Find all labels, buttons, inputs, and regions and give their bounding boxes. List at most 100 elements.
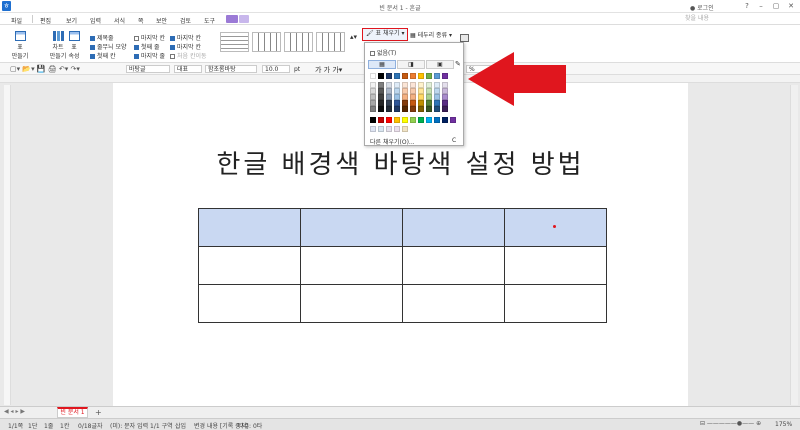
standard-color-swatch[interactable] (426, 117, 432, 123)
table-cell[interactable] (300, 284, 403, 323)
standard-color-swatch[interactable] (418, 117, 424, 123)
create-table-button[interactable]: 표 만들기 (10, 31, 30, 60)
minimize-button[interactable]: – (756, 2, 766, 11)
standard-color-swatch[interactable] (402, 117, 408, 123)
color-swatch[interactable] (434, 106, 440, 112)
color-swatch[interactable] (402, 106, 408, 112)
table-cell[interactable] (198, 246, 301, 285)
check-last-col-3[interactable]: 마지막 칸 (170, 42, 201, 51)
menu-format[interactable]: 서식 (114, 16, 125, 25)
table-cell[interactable] (504, 284, 607, 323)
vertical-scrollbar[interactable] (790, 85, 798, 405)
table-cell[interactable] (402, 284, 505, 323)
check-last-col[interactable]: 마지막 칸 (134, 33, 165, 42)
tab-document-1[interactable]: 빈 문서 1 (57, 407, 88, 418)
zoom-level[interactable]: 175% (775, 421, 792, 428)
table-cell[interactable] (402, 208, 505, 247)
table-style-1[interactable] (220, 32, 249, 52)
add-tab-button[interactable]: + (95, 408, 102, 417)
table-row[interactable] (198, 208, 607, 247)
create-chart-button[interactable]: 차트 만들기 (48, 31, 68, 60)
table-style-4[interactable] (316, 32, 345, 52)
color-swatch[interactable] (426, 106, 432, 112)
color-swatch[interactable] (378, 73, 384, 79)
check-first-row[interactable]: 첫째 줄 (134, 42, 159, 51)
search-input[interactable]: 찾을 내용 (682, 14, 760, 24)
table-context-tab[interactable] (226, 15, 238, 23)
login-button[interactable]: ● 로그인 (690, 3, 714, 12)
help-button[interactable]: ? (742, 2, 752, 11)
standard-color-swatch[interactable] (386, 117, 392, 123)
zoom-slider[interactable]: ⊟ —————●—— ⊕ (700, 420, 762, 427)
table-fill-button[interactable]: 🖌 표 채우기 ▾ (362, 28, 408, 41)
eyedropper-icon[interactable]: ✎ (455, 60, 461, 68)
color-swatch[interactable] (418, 106, 424, 112)
standard-color-swatch[interactable] (370, 117, 376, 123)
check-first-move[interactable]: 처음 칸이동 (170, 51, 207, 60)
cell-border-icon[interactable] (460, 34, 469, 42)
text-style-icons[interactable]: 가 가 가▾ (315, 65, 342, 75)
color-swatch[interactable] (426, 73, 432, 79)
table-properties-button[interactable]: 표 속성 (66, 31, 82, 60)
standard-color-swatch[interactable] (394, 117, 400, 123)
table-cell[interactable] (198, 208, 301, 247)
table-cell[interactable] (504, 246, 607, 285)
check-header-row[interactable]: 제목줄 (90, 33, 114, 42)
check-last-col-2[interactable]: 마지막 칸 (170, 33, 201, 42)
menu-review[interactable]: 검토 (180, 16, 191, 25)
standard-color-swatch[interactable] (434, 117, 440, 123)
table-cell[interactable] (300, 246, 403, 285)
document-table[interactable] (198, 208, 607, 323)
palette-tab-pattern[interactable]: ◨ (397, 60, 425, 69)
standard-color-swatch[interactable] (410, 117, 416, 123)
menu-file[interactable]: 파일 (11, 16, 22, 25)
close-button[interactable]: ✕ (786, 2, 796, 11)
standard-color-swatch[interactable] (442, 117, 448, 123)
color-swatch[interactable] (386, 106, 392, 112)
check-first-col[interactable]: 첫째 칸 (90, 51, 115, 60)
color-swatch[interactable] (394, 73, 400, 79)
quick-tools-icons[interactable]: ▢▾ 📂▾ 💾 🖨 ↶▾ ↷▾ (10, 65, 80, 73)
table-cell[interactable] (300, 208, 403, 247)
menu-edit[interactable]: 편집 (40, 16, 51, 25)
style-select[interactable]: 바탕글 (126, 65, 170, 73)
font-size-input[interactable]: 10.0 (262, 65, 290, 73)
table-style-more-icon[interactable]: ▴▾ (350, 33, 357, 41)
maximize-button[interactable]: ▢ (771, 2, 781, 11)
color-swatch[interactable] (370, 106, 376, 112)
color-swatch[interactable] (394, 106, 400, 112)
palette-tab-theme[interactable]: ▦ (368, 60, 396, 69)
standard-color-swatch[interactable] (450, 117, 456, 123)
check-banded-rows[interactable]: 줄무늬 모양 (90, 42, 127, 51)
recent-color-swatch[interactable] (370, 126, 376, 132)
table-cell[interactable] (402, 246, 505, 285)
tab-nav-icons[interactable]: ◀ ◂ ▸ ▶ (4, 408, 25, 415)
menu-insert[interactable]: 입력 (90, 16, 101, 25)
language-select[interactable]: 대표 (174, 65, 202, 73)
menu-view[interactable]: 보기 (66, 16, 77, 25)
standard-color-swatch[interactable] (378, 117, 384, 123)
color-swatch[interactable] (370, 73, 376, 79)
recent-color-swatch[interactable] (378, 126, 384, 132)
table-row[interactable] (198, 246, 607, 285)
font-select[interactable]: 함초롬바탕 (205, 65, 257, 73)
palette-tab-gradient[interactable]: ▣ (426, 60, 454, 69)
no-fill-option[interactable]: 없음(T) (370, 48, 396, 57)
table-style-3[interactable] (284, 32, 313, 52)
menu-page[interactable]: 쪽 (138, 16, 144, 25)
color-swatch[interactable] (410, 73, 416, 79)
menu-security[interactable]: 보안 (156, 16, 167, 25)
table-cell[interactable] (198, 284, 301, 323)
color-swatch[interactable] (402, 73, 408, 79)
vertical-ruler[interactable] (4, 85, 11, 405)
check-last-row[interactable]: 마지막 줄 (134, 51, 165, 60)
document-title-text[interactable]: 한글 배경색 바탕색 설정 방법 (113, 144, 688, 181)
table-style-2[interactable] (252, 32, 281, 52)
menu-tools[interactable]: 도구 (204, 16, 215, 25)
border-type-button[interactable]: ▦ 테두리 종류 ▾ (410, 30, 452, 39)
color-swatch[interactable] (442, 106, 448, 112)
color-swatch[interactable] (378, 106, 384, 112)
recent-color-swatch[interactable] (402, 126, 408, 132)
recent-color-swatch[interactable] (386, 126, 392, 132)
color-swatch[interactable] (418, 73, 424, 79)
